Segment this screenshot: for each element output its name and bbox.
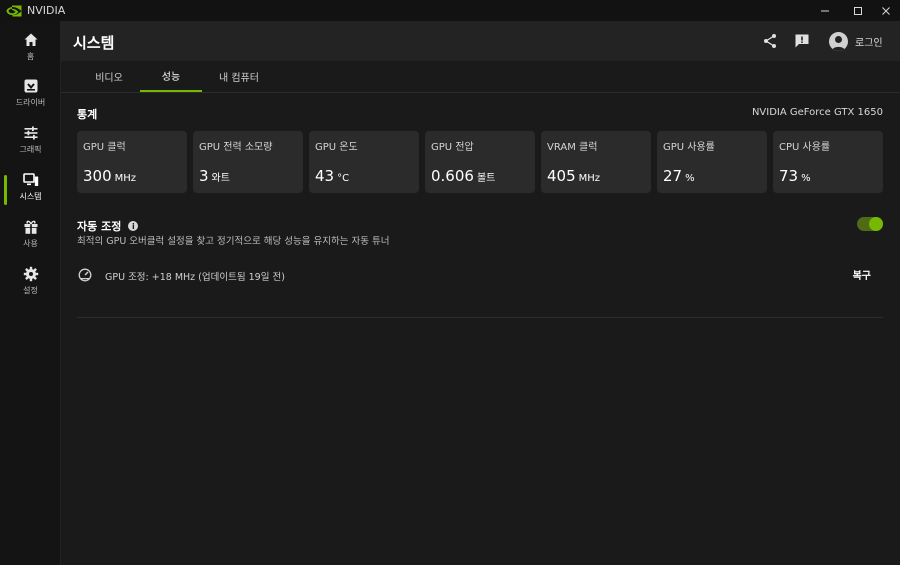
sidebar-item-settings[interactable]: 설정 — [0, 261, 61, 303]
stat-value-wrapper: 73% — [779, 167, 811, 185]
auto-tune-description: 최적의 GPU 오버클럭 설정을 찾고 정기적으로 해당 성능을 유지하는 자동… — [77, 236, 390, 247]
maximize-icon — [854, 6, 862, 15]
home-icon — [24, 33, 37, 46]
info-icon[interactable]: i — [128, 221, 139, 231]
stat-value: 405 — [547, 167, 576, 185]
title-bar: NVIDIA — [0, 0, 900, 21]
auto-tune-heading: 자동 조정 i — [77, 218, 139, 234]
sidebar-item-graphics[interactable]: 그래픽 — [0, 120, 61, 162]
driver-icon — [24, 79, 37, 93]
login-label: 로그인 — [855, 37, 883, 49]
stat-unit: MHz — [578, 173, 601, 184]
minimize-icon — [821, 10, 829, 11]
stat-card-gpu-power: GPU 전력 소모량 3 와트 — [193, 131, 303, 193]
stat-name: VRAM 클럭 — [547, 142, 598, 153]
tab-performance[interactable]: 성능 — [140, 61, 202, 92]
sidebar-item-driver[interactable]: 드라이버 — [0, 73, 61, 115]
auto-tune-title: 자동 조정 — [77, 220, 122, 233]
feedback-icon — [795, 34, 809, 48]
close-icon — [882, 6, 890, 15]
stat-value-wrapper: 43 °C — [315, 167, 349, 185]
active-indicator — [4, 175, 7, 205]
stat-value-wrapper: 405 MHz — [547, 167, 600, 185]
auto-tune-toggle[interactable] — [857, 217, 883, 231]
stat-unit: 볼트 — [476, 173, 496, 184]
sidebar-item-home[interactable]: 홈 — [0, 27, 61, 69]
graphics-sliders-icon — [24, 126, 37, 140]
stat-name: GPU 전력 소모량 — [199, 142, 273, 153]
sidebar-item-redeem[interactable]: 사용 — [0, 214, 61, 256]
sidebar-item-label: 그래픽 — [19, 145, 42, 154]
gear-icon — [23, 266, 38, 282]
close-window-button[interactable] — [873, 0, 899, 21]
sidebar-item-label: 드라이버 — [15, 98, 46, 107]
sidebar-item-label: 홈 — [26, 52, 35, 61]
stat-unit: 와트 — [211, 173, 230, 184]
sidebar-item-label: 사용 — [23, 239, 38, 248]
feedback-button[interactable] — [793, 32, 811, 50]
nvidia-logo-icon — [6, 5, 22, 16]
sidebar-item-label: 설정 — [23, 286, 38, 295]
tab-video[interactable]: 비디오 — [78, 61, 140, 92]
gpu-name: NVIDIA GeForce GTX 1650 — [751, 107, 883, 118]
app-title: NVIDIA — [27, 4, 66, 17]
user-icon — [832, 35, 845, 51]
share-button[interactable] — [761, 32, 779, 50]
maximize-button[interactable] — [845, 0, 871, 21]
stats-title: 통계 — [77, 108, 98, 121]
stat-name: GPU 사용률 — [663, 142, 715, 153]
toggle-knob — [869, 217, 883, 231]
sidebar-item-system[interactable]: 시스템 — [0, 167, 61, 209]
stat-unit: % — [685, 173, 695, 184]
share-icon — [764, 34, 776, 48]
stat-value: 73 — [779, 167, 799, 185]
page-title: 시스템 — [73, 34, 115, 52]
login-button[interactable]: 로그인 — [829, 31, 883, 51]
system-icon — [22, 173, 38, 186]
minimize-button[interactable] — [812, 0, 838, 21]
avatar — [829, 31, 848, 51]
stat-name: GPU 온도 — [315, 142, 358, 153]
stat-card-gpu-temperature: GPU 온도 43 °C — [309, 131, 419, 193]
stat-card-vram-clock: VRAM 클럭 405 MHz — [541, 131, 651, 193]
stat-card-gpu-usage: GPU 사용률 27% — [657, 131, 767, 193]
stat-name: CPU 사용률 — [779, 142, 831, 153]
restore-button[interactable]: 복구 — [853, 267, 871, 282]
stat-value: 0.606 — [431, 167, 474, 185]
gauge-icon — [78, 268, 92, 282]
sidebar: 홈 드라이버 그래픽 시스템 사용 설정 — [0, 21, 61, 565]
stat-value-wrapper: 300 MHz — [83, 167, 136, 185]
stat-value: 3 — [199, 167, 209, 185]
stat-value: 300 — [83, 167, 112, 185]
stat-name: GPU 전압 — [431, 142, 474, 153]
stat-unit: MHz — [114, 173, 137, 184]
stat-value-wrapper: 27% — [663, 167, 695, 185]
stat-value-wrapper: 0.606 볼트 — [431, 167, 495, 185]
tab-bar: 비디오 성능 내 컴퓨터 — [61, 61, 900, 93]
gift-icon — [24, 220, 37, 234]
sidebar-item-label: 시스템 — [19, 192, 42, 201]
gpu-tune-text: GPU 조정: +18 MHz (업데이트됨 19일 전) — [105, 272, 285, 283]
stat-card-cpu-usage: CPU 사용률 73% — [773, 131, 883, 193]
stat-name: GPU 클럭 — [83, 142, 126, 153]
stat-value: 43 — [315, 167, 335, 185]
stat-value: 27 — [663, 167, 683, 185]
stat-card-gpu-clock: GPU 클럭 300 MHz — [77, 131, 187, 193]
stat-unit: °C — [337, 173, 350, 184]
stat-unit: % — [801, 173, 811, 184]
tab-my-computer[interactable]: 내 컴퓨터 — [204, 61, 274, 92]
stat-card-gpu-voltage: GPU 전압 0.606 볼트 — [425, 131, 535, 193]
stat-value-wrapper: 3 와트 — [199, 167, 230, 185]
page-header: 시스템 로그인 — [61, 21, 900, 61]
gpu-tune-row: GPU 조정: +18 MHz (업데이트됨 19일 전) 복구 — [77, 262, 883, 318]
